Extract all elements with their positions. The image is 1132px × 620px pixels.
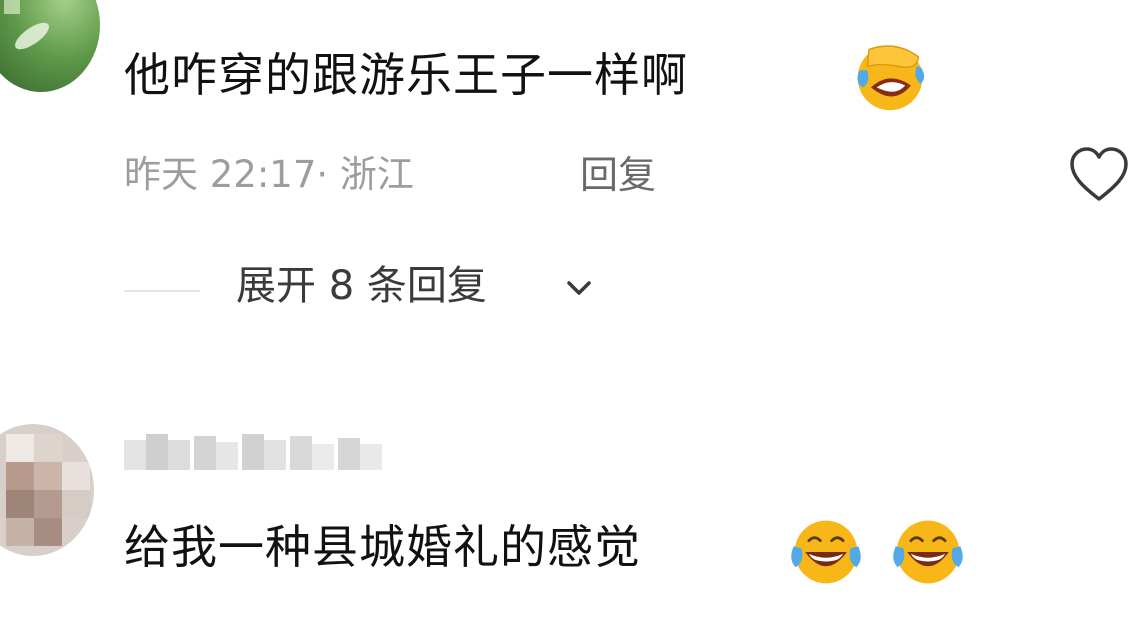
heart-outline-icon[interactable] [1068,146,1130,204]
blur-block [242,434,264,470]
blur-block [264,440,286,470]
avatar[interactable] [0,0,100,92]
blur-block [168,440,190,470]
avatar-pixel [6,434,34,462]
comment-text: 给我一种县城婚礼的感觉 [124,520,641,574]
comment-meta: 昨天 22:17· 浙江 [124,153,414,196]
blur-block [216,442,238,470]
avatar-pixel [62,490,90,518]
divider [124,290,200,292]
blur-block [194,436,216,470]
blur-block [146,434,168,470]
avatar-pixel [62,462,90,490]
blur-block [290,436,312,470]
avatar-pixel [6,462,34,490]
avatar-pixel [34,490,62,518]
avatar-pattern [4,0,20,14]
comment-text: 他咋穿的跟游乐王子一样啊 [124,48,688,102]
laughing-crying-emoji-icon [893,520,963,584]
reply-button[interactable]: 回复 [580,156,656,194]
avatar-pixel [6,490,34,518]
avatar-pixel [34,462,62,490]
chevron-down-icon[interactable] [564,276,594,300]
blur-block [360,444,382,470]
face-palm-crying-emoji-icon [857,45,925,111]
laughing-crying-emoji-icon [791,520,861,584]
expand-replies-button[interactable]: 展开 8 条回复 [236,266,487,306]
avatar[interactable] [0,424,94,556]
avatar-pixel [6,518,34,546]
avatar-pattern [11,17,53,55]
username-blurred[interactable] [124,426,386,476]
blur-block [312,444,334,470]
blur-block [338,438,360,470]
avatar-pixel [34,518,62,546]
blur-block [124,440,146,470]
avatar-pixel [34,434,62,462]
